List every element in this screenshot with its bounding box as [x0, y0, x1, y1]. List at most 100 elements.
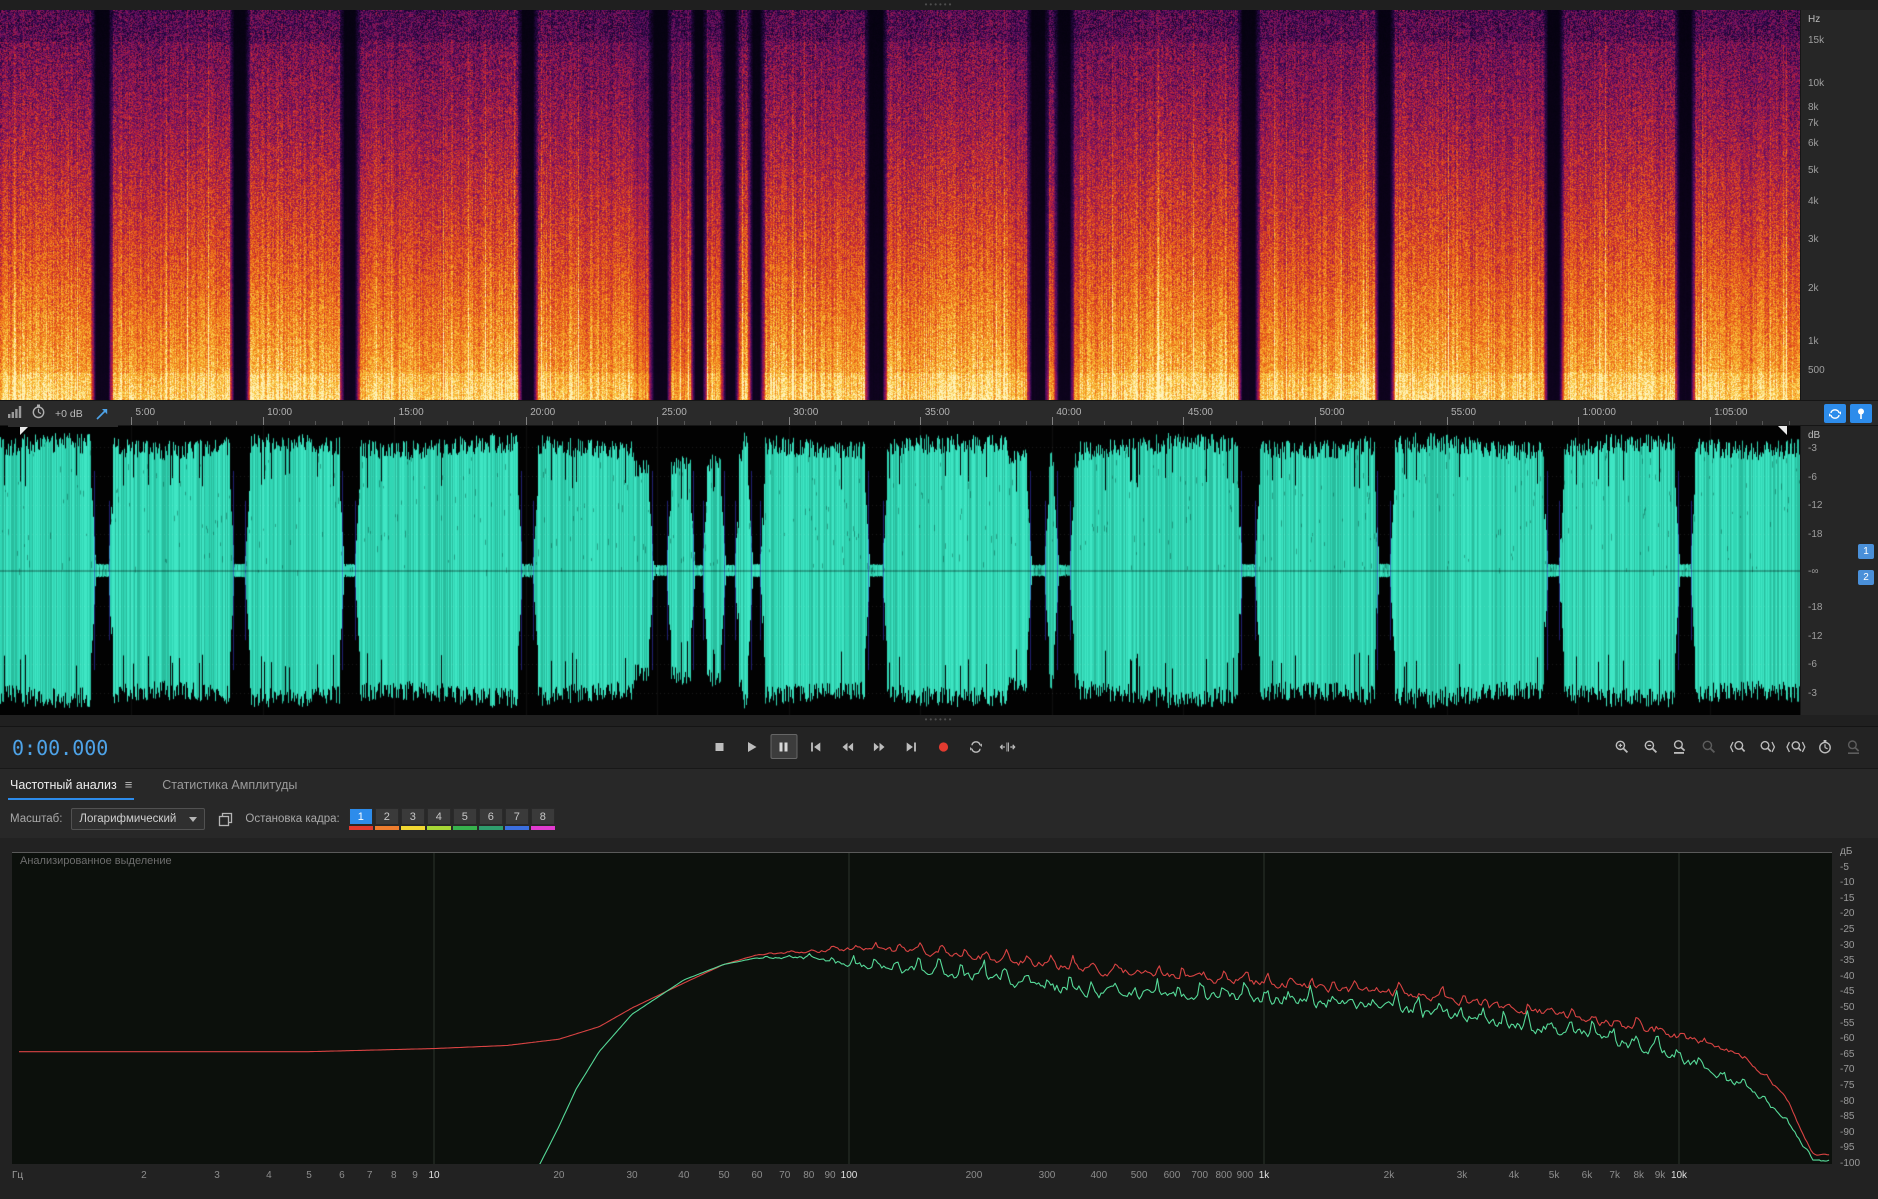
x-tick-label: 10k [1670, 1170, 1688, 1181]
playhead-time[interactable]: 0:00.000 [12, 736, 108, 760]
x-tick-label: 4k [1508, 1170, 1520, 1181]
panel-menu-icon[interactable]: ≡ [125, 777, 133, 792]
frame-hold-button-7[interactable]: 7 [504, 808, 529, 825]
ruler-tick [289, 421, 290, 425]
gain-readout[interactable]: +0 dB [55, 408, 83, 420]
play-button[interactable] [738, 734, 765, 759]
rewind-button[interactable] [834, 734, 861, 759]
scale-dropdown[interactable]: Логарифмический [71, 808, 206, 830]
x-tick-label: 90 [824, 1170, 836, 1181]
fast-forward-button[interactable] [866, 734, 893, 759]
tab-amplitude-label: Статистика Амплитуды [162, 777, 298, 792]
amplitude-scale-label: -∞ [1808, 565, 1819, 577]
scale-dropdown-value: Логарифмический [79, 813, 177, 825]
frame-hold-button-6[interactable]: 6 [478, 808, 503, 825]
x-tick-label: 2k [1383, 1170, 1395, 1181]
selection-handle-right[interactable] [1778, 426, 1787, 435]
y-tick-label: -35 [1840, 955, 1855, 967]
frame-hold-buttons: 12345678 [348, 808, 555, 830]
zoom-in-button[interactable] [1610, 736, 1634, 758]
panel-grip-top[interactable]: •••••• [0, 0, 1878, 10]
ruler-tick [210, 421, 211, 425]
record-button[interactable] [930, 734, 957, 759]
pin-toggle-button[interactable] [1850, 404, 1872, 423]
panel-grip-middle[interactable]: •••••• [0, 715, 1878, 726]
ruler-right-buttons [1824, 404, 1872, 423]
ruler-tick [631, 421, 632, 425]
panel-tabs: Частотный анализ ≡ Статистика Амплитуды [0, 768, 1878, 800]
ruler-tick [473, 421, 474, 425]
skip-selection-button[interactable] [994, 734, 1021, 759]
ruler-tick [1604, 421, 1605, 425]
frame-hold-color-bar [374, 826, 399, 830]
zoom-amplitude-button[interactable] [1697, 736, 1721, 758]
frame-hold-button-3[interactable]: 3 [400, 808, 425, 825]
y-tick-label: -80 [1840, 1095, 1855, 1107]
timer-record-button[interactable] [1813, 736, 1837, 758]
frame-hold-color-bar [348, 826, 373, 830]
loop-playback-button[interactable] [962, 734, 989, 759]
frame-hold-color-bar [530, 826, 555, 830]
ruler-tick [947, 421, 948, 425]
frame-hold-color-bar [426, 826, 451, 830]
y-tick-label: -100 [1840, 1158, 1861, 1169]
zoom-out-button[interactable] [1639, 736, 1663, 758]
x-tick-label: 900 [1236, 1170, 1254, 1181]
zoom-in-at-in-point-button[interactable] [1726, 736, 1750, 758]
time-label: 45:00 [1187, 407, 1213, 418]
y-tick-label: -50 [1840, 1002, 1855, 1013]
timeline-ruler[interactable]: +0 dB 5:00 10:00 15:00 20:00 25:00 30:00 35:00… [0, 400, 1878, 427]
frequency-scale-label: 15k [1808, 35, 1825, 47]
ruler-tick [1683, 421, 1684, 425]
waveform-display[interactable] [0, 426, 1800, 715]
ruler-tick [1473, 421, 1474, 425]
zoom-to-selection-button[interactable] [1668, 736, 1692, 758]
ruler-tick [868, 421, 869, 425]
y-tick-label: -15 [1840, 892, 1855, 904]
selection-handle-left[interactable] [20, 426, 29, 435]
frame-hold-button-4[interactable]: 4 [426, 808, 451, 825]
y-tick-label: -60 [1840, 1033, 1855, 1045]
ruler-tick [526, 417, 527, 425]
y-tick-label: -40 [1840, 970, 1855, 982]
time-label: 25:00 [661, 407, 687, 418]
levels-meter-icon[interactable] [8, 405, 22, 423]
stop-button[interactable] [706, 734, 733, 759]
y-tick-label: -70 [1840, 1064, 1855, 1076]
time-label: 1:05:00 [1714, 407, 1748, 418]
move-to-previous-button[interactable] [802, 734, 829, 759]
channel-badge-2[interactable]: 2 [1858, 570, 1874, 585]
frame-hold-button-8[interactable]: 8 [530, 808, 555, 825]
move-to-next-button[interactable] [898, 734, 925, 759]
channel-badge-1[interactable]: 1 [1858, 544, 1874, 559]
pause-button[interactable] [770, 734, 798, 759]
chart-series-1 [19, 941, 1830, 1156]
frame-hold-button-2[interactable]: 2 [374, 808, 399, 825]
stopwatch-icon[interactable] [31, 404, 46, 424]
x-tick-label: 700 [1191, 1170, 1209, 1181]
tab-amplitude-statistics[interactable]: Статистика Амплитуды [160, 769, 299, 800]
zoom-to-selected-range-button[interactable] [1784, 736, 1808, 758]
frequency-unit-label: Hz [1808, 14, 1821, 25]
ruler-tick [815, 421, 816, 425]
zoom-in-at-out-point-button[interactable] [1755, 736, 1779, 758]
tab-frequency-analysis[interactable]: Частотный анализ ≡ [8, 769, 134, 800]
copy-data-button[interactable] [214, 809, 236, 829]
amplitude-scale[interactable]: dB -3 -6 -12 -18 -∞ -18 -12 -6 -3 1 2 [1800, 426, 1878, 715]
move-playhead-button[interactable] [92, 405, 112, 424]
spectrogram-panel[interactable] [0, 10, 1800, 400]
x-tick-label: 20 [553, 1170, 565, 1181]
amplitude-scale-label: -12 [1808, 500, 1823, 512]
frequency-scale[interactable]: Hz 15k 10k 8k 7k 6k 5k 4k 3k 2k 1k 500 [1800, 10, 1878, 400]
zoom-reset-button[interactable] [1842, 736, 1866, 758]
x-tick-label: 10 [428, 1170, 440, 1181]
loop-toggle-button[interactable] [1824, 404, 1846, 423]
ruler-tick [894, 421, 895, 425]
zoom-buttons [1610, 736, 1866, 758]
frame-hold-button-1[interactable]: 1 [348, 808, 373, 825]
ruler-tick [157, 421, 158, 425]
frame-hold-button-5[interactable]: 5 [452, 808, 477, 825]
waveform-panel[interactable] [0, 426, 1800, 715]
frequency-chart[interactable]: Анализированное выделение [12, 852, 1832, 1164]
spectrogram-display[interactable] [0, 10, 1800, 400]
